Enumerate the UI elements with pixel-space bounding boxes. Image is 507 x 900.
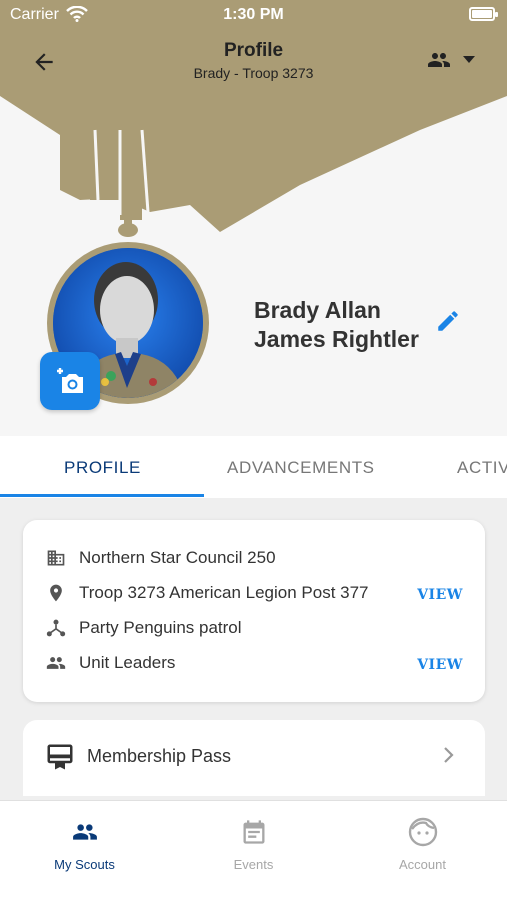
nav-events[interactable]: Events [169,815,338,872]
tab-activities[interactable]: ACTIV [457,458,507,478]
battery-icon [469,7,498,21]
tab-profile[interactable]: PROFILE [64,458,141,478]
unit-row: Troop 3273 American Legion Post 377 [45,580,369,606]
edit-profile-button[interactable] [433,306,463,336]
leaders-row: Unit Leaders [45,650,175,676]
switch-scout-button[interactable] [423,48,475,72]
bottom-navigation: My Scouts Events Account [0,800,507,900]
council-row: Northern Star Council 250 [45,545,276,571]
scout-name-line2: James Rightler [254,326,419,352]
status-time: 1:30 PM [223,6,284,23]
pencil-icon [438,311,458,331]
profile-tabs: PROFILE ADVANCEMENTS ACTIV [0,436,507,498]
patrol-row: Party Penguins patrol [45,615,242,641]
caret-down-icon [463,56,475,63]
scout-name: Brady Allan James Rightler [254,296,419,354]
chevron-right-icon [444,747,454,763]
patrol-name: Party Penguins patrol [79,618,242,637]
location-pin-icon [45,582,67,604]
nav-account[interactable]: Account [338,815,507,872]
add-photo-button[interactable] [40,352,100,410]
council-name: Northern Star Council 250 [79,548,276,567]
patrol-icon [45,617,67,639]
profile-content: Northern Star Council 250 Troop 3273 Ame… [0,498,507,800]
unit-leaders-label: Unit Leaders [79,653,176,672]
leaders-icon [45,652,67,674]
avatar [40,242,209,410]
unit-name: Troop 3273 American Legion Post 377 [79,583,369,602]
nav-events-label: Events [233,857,274,872]
nav-bar: Profile Brady - Troop 3273 [0,30,507,90]
membership-pass-label: Membership Pass [87,746,232,766]
calendar-icon [243,820,264,844]
membership-pass-row[interactable]: Membership Pass [23,720,485,796]
people-icon [72,824,97,840]
status-bar: Carrier 1:30 PM [0,0,507,30]
people-icon [428,53,450,67]
nav-my-scouts[interactable]: My Scouts [0,815,169,872]
battery-fill [472,10,492,18]
building-icon [45,547,67,569]
add-photo-icon [57,368,83,393]
nav-my-scouts-label: My Scouts [54,857,115,872]
unit-info-card: Northern Star Council 250 Troop 3273 Ame… [23,520,485,702]
leaders-view-link[interactable]: VIEW [417,657,463,673]
face-icon [408,817,437,847]
membership-card-icon [47,744,73,770]
active-tab-indicator [0,494,204,497]
scout-name-line1: Brady Allan [254,297,381,323]
nav-account-label: Account [399,857,446,872]
tab-advancements[interactable]: ADVANCEMENTS [227,458,375,478]
unit-view-link[interactable]: VIEW [417,587,463,603]
